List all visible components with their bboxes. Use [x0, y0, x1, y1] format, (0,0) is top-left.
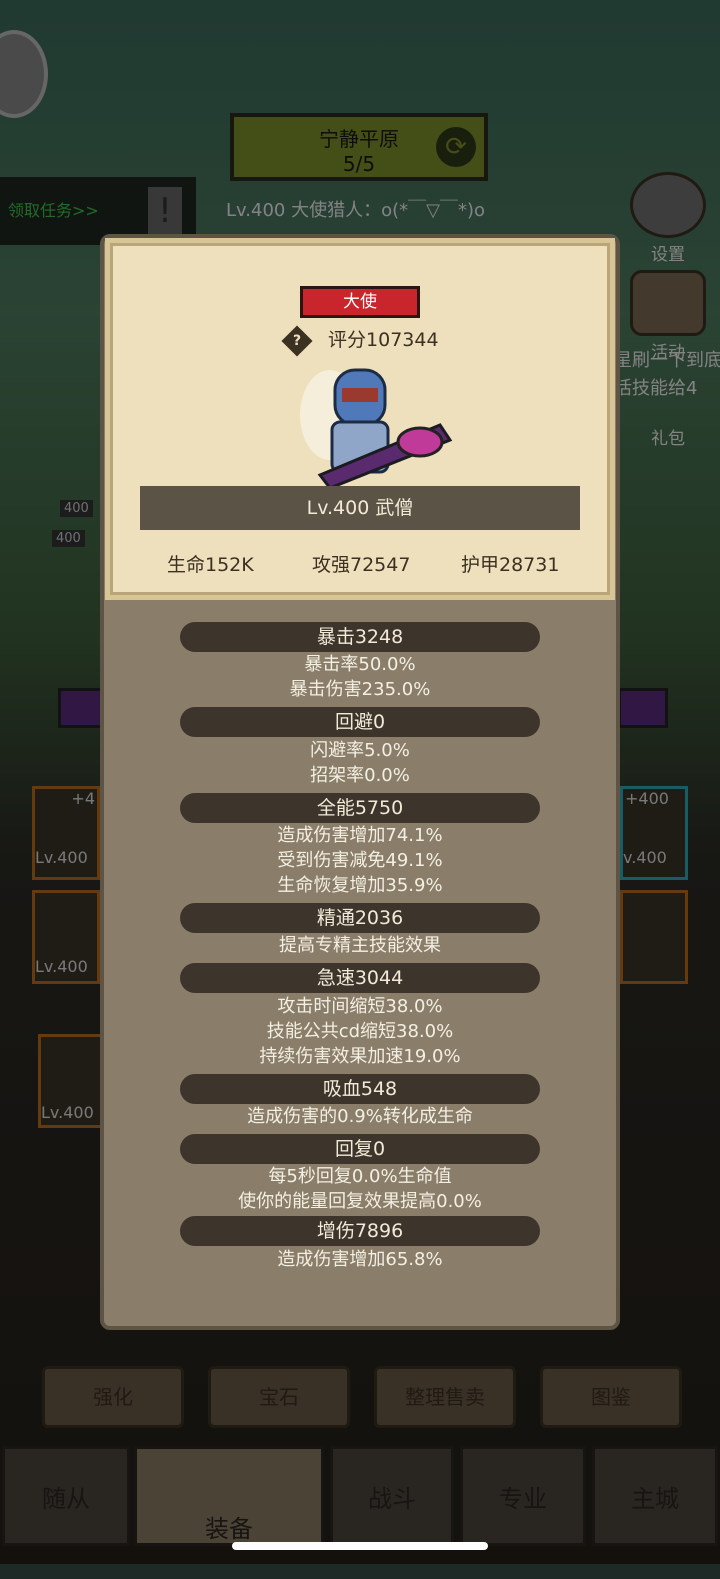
stat-category-bar: 吸血548 [180, 1074, 540, 1104]
help-icon-glyph: ? [292, 332, 302, 349]
stat-detail: 使你的能量回复效果提高0.0% [238, 1191, 482, 1212]
stat-category-bar: 回避0 [180, 707, 540, 737]
stat-detail: 造成伤害增加74.1% [277, 825, 443, 846]
armor-stat: 护甲28731 [461, 554, 560, 576]
rank-badge: 大使 [300, 286, 420, 318]
home-indicator[interactable] [232, 1542, 488, 1550]
stat-detail: 技能公共cd缩短38.0% [266, 1021, 454, 1042]
stat-detail: 暴击率50.0% [304, 654, 416, 675]
attack-stat: 攻强72547 [312, 554, 411, 576]
stat-category-bar: 精通2036 [180, 903, 540, 933]
stat-category-bar: 急速3044 [180, 963, 540, 993]
help-icon[interactable]: ? [281, 324, 313, 357]
stat-detail: 造成伤害的0.9%转化成生命 [247, 1106, 473, 1127]
stat-category-bar: 回复0 [180, 1134, 540, 1164]
hp-stat: 生命152K [167, 554, 254, 576]
stat-detail: 造成伤害增加65.8% [277, 1249, 443, 1270]
stat-detail: 招架率0.0% [310, 765, 410, 786]
stat-detail: 闪避率5.0% [310, 740, 410, 761]
stat-detail: 攻击时间缩短38.0% [277, 996, 443, 1017]
stat-category-bar: 增伤7896 [180, 1216, 540, 1246]
stat-detail: 每5秒回复0.0%生命值 [268, 1166, 452, 1187]
character-name-bar: Lv.400 武僧 [140, 486, 580, 530]
stat-category-bar: 暴击3248 [180, 622, 540, 652]
stat-detail: 提高专精主技能效果 [279, 935, 441, 956]
stat-detail: 生命恢复增加35.9% [277, 875, 443, 896]
score-row: ? 评分107344 [281, 324, 439, 357]
score-value: 评分107344 [328, 329, 439, 351]
stat-detail: 暴击伤害235.0% [289, 679, 431, 700]
monk-character-sprite [300, 368, 453, 490]
stat-detail: 持续伤害效果加速19.0% [259, 1046, 461, 1067]
stat-detail: 受到伤害减免49.1% [277, 850, 443, 871]
stat-category-bar: 全能5750 [180, 793, 540, 823]
